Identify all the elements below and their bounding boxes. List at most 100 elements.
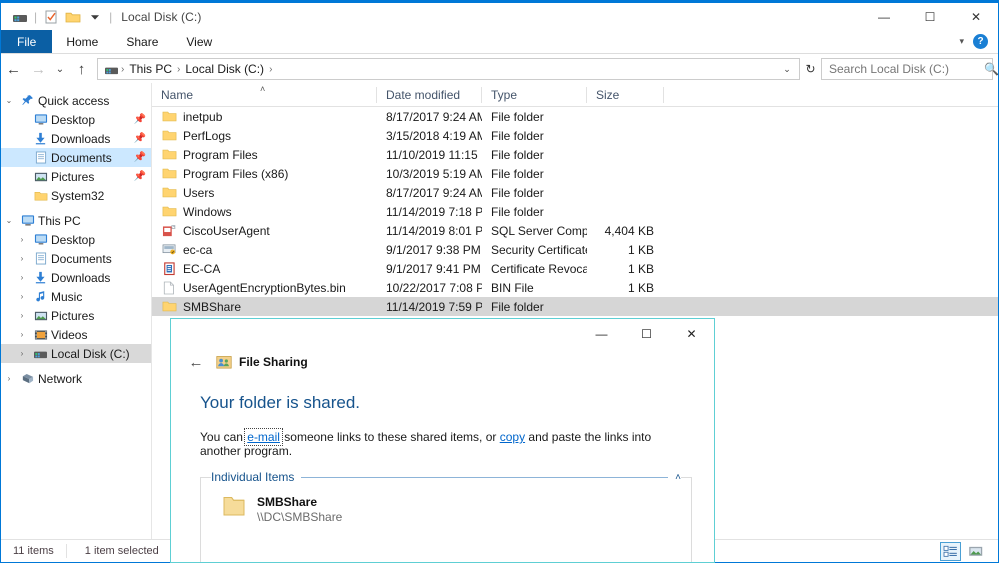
table-row[interactable]: ec-ca 9/1/2017 9:38 PM Security Certific… (152, 240, 998, 259)
sidebar-item-pictures-pc[interactable]: › Pictures (1, 306, 151, 325)
large-icons-view-button[interactable] (965, 542, 986, 561)
refresh-button[interactable]: ↻ (800, 58, 821, 80)
customize-dropdown-icon[interactable] (84, 6, 106, 28)
download-icon (30, 132, 51, 145)
table-row[interactable]: CiscoUserAgent 11/14/2019 8:01 PM SQL Se… (152, 221, 998, 240)
pin-icon[interactable]: 📌 (133, 133, 147, 144)
sidebar-item-documents-qa[interactable]: Documents 📌 (1, 148, 151, 167)
file-name: EC-CA (183, 261, 221, 276)
chevron-down-icon[interactable]: ⌄ (1, 96, 17, 105)
recent-locations-button[interactable]: ⌄ (51, 57, 69, 81)
file-name-cell: SMBShare (152, 299, 377, 315)
window-controls: — ☐ ✕ (861, 3, 999, 30)
sidebar-item-label: Downloads (51, 131, 111, 146)
drive-icon[interactable] (9, 6, 31, 28)
sort-ascending-icon: ˄ (260, 84, 266, 94)
table-row[interactable]: Users 8/17/2017 9:24 AM File folder (152, 183, 998, 202)
chevron-right-icon[interactable]: › (14, 235, 30, 244)
sidebar-item-label: Pictures (51, 169, 95, 184)
sidebar-item-local-disk-c[interactable]: › Local Disk (C:) (1, 344, 151, 363)
table-row[interactable]: Windows 11/14/2019 7:18 PM File folder (152, 202, 998, 221)
pin-icon[interactable]: 📌 (133, 152, 147, 163)
sidebar-group-label: Network (38, 371, 83, 386)
dialog-minimize-button[interactable]: — (579, 319, 624, 348)
chevron-down-icon[interactable]: ▾ (959, 36, 964, 47)
forward-button[interactable]: → (26, 57, 51, 81)
help-icon[interactable]: ? (973, 34, 988, 49)
group-legend-label: Individual Items (211, 470, 302, 484)
maximize-button[interactable]: ☐ (907, 3, 953, 30)
column-header-type[interactable]: Type (482, 83, 587, 106)
sidebar-item-downloads-qa[interactable]: Downloads 📌 (1, 129, 151, 148)
search-input[interactable] (829, 62, 984, 76)
chevron-right-icon[interactable]: › (14, 273, 30, 282)
new-folder-icon[interactable] (62, 6, 84, 28)
file-type-cell: File folder (491, 109, 544, 124)
folder-icon (161, 185, 177, 201)
pin-icon[interactable]: 📌 (133, 114, 147, 125)
sql-backup-icon (161, 223, 177, 239)
column-header-size[interactable]: Size (587, 83, 664, 106)
sidebar-group-network[interactable]: › Network (1, 369, 151, 388)
chevron-right-icon[interactable]: › (14, 349, 30, 358)
table-row[interactable]: SMBShare 11/14/2019 7:59 PM File folder (152, 297, 998, 316)
chevron-right-icon[interactable]: › (14, 311, 30, 320)
list-item[interactable]: SMBShare \\DC\SMBShare (211, 478, 681, 525)
table-row[interactable]: PerfLogs 3/15/2018 4:19 AM File folder (152, 126, 998, 145)
sidebar-item-system32[interactable]: System32 (1, 186, 151, 205)
chevron-right-icon[interactable]: › (14, 292, 30, 301)
dialog-maximize-button[interactable]: ☐ (624, 319, 669, 348)
search-icon[interactable]: 🔍 (984, 62, 999, 76)
dialog-body: Your folder is shared. You can e-mail so… (171, 375, 714, 562)
chevron-down-icon[interactable]: ⌄ (1, 216, 17, 225)
sidebar-group-label: This PC (38, 213, 81, 228)
minimize-button[interactable]: — (861, 3, 907, 30)
copy-link[interactable]: copy (500, 430, 525, 444)
tab-share[interactable]: Share (112, 30, 172, 53)
email-link[interactable]: e-mail (244, 428, 283, 446)
sidebar-item-desktop-pc[interactable]: › Desktop (1, 230, 151, 249)
chevron-right-icon[interactable]: › (14, 254, 30, 263)
sidebar-item-videos[interactable]: › Videos (1, 325, 151, 344)
column-header-date-modified[interactable]: Date modified (377, 83, 482, 106)
chevron-right-icon[interactable]: › (14, 330, 30, 339)
breadcrumb[interactable]: › This PC › Local Disk (C:) › ⌄ (97, 58, 800, 80)
table-row[interactable]: inetpub 8/17/2017 9:24 AM File folder (152, 107, 998, 126)
selection-label: 1 item selected (65, 544, 159, 558)
tab-file[interactable]: File (1, 30, 53, 53)
pin-icon[interactable]: 📌 (133, 171, 147, 182)
chevron-right-icon[interactable]: › (1, 374, 17, 383)
table-row[interactable]: Program Files 11/10/2019 11:15 ... File … (152, 145, 998, 164)
sidebar-item-label: Videos (51, 327, 88, 342)
sidebar-item-documents-pc[interactable]: › Documents (1, 249, 151, 268)
sidebar-item-desktop-qa[interactable]: Desktop 📌 (1, 110, 151, 129)
table-row[interactable]: Program Files (x86) 10/3/2019 5:19 AM Fi… (152, 164, 998, 183)
address-dropdown-icon[interactable]: ⌄ (777, 59, 797, 79)
sidebar-item-label: Downloads (51, 270, 111, 285)
column-header-name[interactable]: Name ˄ (152, 83, 377, 106)
dialog-back-button[interactable]: ← (183, 351, 209, 373)
table-row[interactable]: UserAgentEncryptionBytes.bin 10/22/2017 … (152, 278, 998, 297)
tab-home[interactable]: Home (52, 30, 112, 53)
details-view-button[interactable] (940, 541, 961, 561)
sidebar-item-pictures-qa[interactable]: Pictures 📌 (1, 167, 151, 186)
table-row[interactable]: EC-CA 9/1/2017 9:41 PM Certificate Revoc… (152, 259, 998, 278)
chevron-up-icon[interactable]: ˄ (668, 471, 681, 483)
search-box[interactable]: 🔍 (821, 58, 999, 80)
file-name-cell: Program Files (152, 147, 377, 163)
breadcrumb-this-pc[interactable]: This PC (125, 62, 176, 76)
sidebar-group-quick-access[interactable]: ⌄ Quick access (1, 91, 151, 110)
tab-view[interactable]: View (172, 30, 226, 53)
sidebar-item-downloads-pc[interactable]: › Downloads (1, 268, 151, 287)
sidebar-item-music[interactable]: › Music (1, 287, 151, 306)
dialog-close-button[interactable]: ✕ (669, 319, 714, 348)
breadcrumb-local-disk[interactable]: Local Disk (C:) (181, 62, 268, 76)
file-type-cell: File folder (491, 128, 544, 143)
back-button[interactable]: ← (1, 57, 26, 81)
properties-icon[interactable] (40, 6, 62, 28)
file-date-cell: 11/14/2019 7:59 PM (386, 299, 482, 314)
close-button[interactable]: ✕ (953, 3, 999, 30)
breadcrumb-separator-2: › (269, 63, 273, 75)
sidebar-group-this-pc[interactable]: ⌄ This PC (1, 211, 151, 230)
up-button[interactable]: ↑ (69, 57, 94, 81)
